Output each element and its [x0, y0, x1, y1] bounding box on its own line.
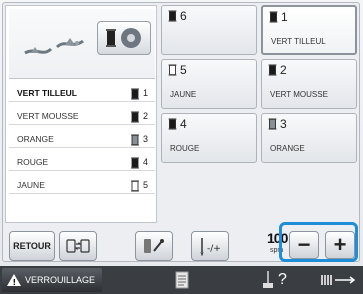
thread-number: 1	[143, 87, 149, 98]
sort-icon	[66, 239, 90, 253]
thread-name: ORANGE	[17, 133, 54, 144]
thread-list-row[interactable]: ORANGE 3	[9, 130, 155, 148]
color-cell[interactable]: 2 VERT MOUSSE	[261, 59, 357, 109]
spool-icon	[269, 11, 278, 23]
cell-name: ROUGE	[170, 144, 200, 153]
spool-icon	[131, 156, 139, 169]
page-icon	[175, 271, 189, 289]
svg-text:-/+: -/+	[207, 244, 221, 254]
thread-name: VERT MOUSSE	[17, 110, 79, 121]
lock-button[interactable]: ! VERROUILLAGE	[2, 268, 102, 292]
page-button[interactable]	[170, 268, 194, 292]
help-label: ?	[278, 271, 287, 288]
design-thumbnail-icon	[24, 38, 84, 55]
thread-list-row[interactable]: JAUNE 5	[9, 176, 155, 194]
color-change-button[interactable]	[135, 231, 173, 261]
spool-icon	[131, 110, 139, 123]
cell-number: 3	[280, 117, 287, 131]
thread-list-row[interactable]: ROUGE 4	[9, 153, 155, 171]
spool-icon	[131, 179, 139, 192]
cell-name: VERT TILLEUL	[271, 37, 326, 46]
spool-icon	[131, 133, 139, 146]
spool-icon	[106, 29, 116, 47]
color-cell[interactable]: 6	[161, 5, 257, 55]
highlight-box	[279, 222, 358, 262]
spool-icon	[168, 118, 177, 130]
cell-number: 2	[280, 63, 287, 77]
needle-icon	[263, 271, 274, 288]
thread-list-row[interactable]: VERT TILLEUL 1	[9, 84, 155, 102]
disk-icon	[121, 28, 141, 48]
lock-label: VERROUILLAGE	[25, 275, 96, 285]
color-cell[interactable]: 1 VERT TILLEUL	[261, 5, 357, 55]
thread-spool-button[interactable]	[97, 21, 151, 55]
cell-number: 4	[180, 117, 187, 131]
thread-number: 3	[143, 133, 149, 144]
spool-icon	[268, 64, 277, 76]
cell-name: VERT MOUSSE	[270, 90, 328, 99]
color-sort-button[interactable]	[59, 231, 97, 261]
help-button[interactable]: ?	[254, 268, 294, 292]
warning-icon: !	[7, 274, 21, 287]
thread-number: 5	[143, 179, 149, 190]
spool-icon	[168, 64, 177, 76]
retour-button[interactable]: RETOUR	[9, 231, 55, 261]
thread-name: ROUGE	[17, 156, 49, 167]
cell-number: 1	[281, 10, 288, 24]
thread-list-row[interactable]: VERT MOUSSE 2	[9, 107, 155, 125]
needle-plus-minus-icon: -/+	[200, 238, 221, 256]
cell-name: JAUNE	[170, 90, 197, 99]
svg-text:!: !	[13, 278, 17, 287]
density-button[interactable]: -/+	[191, 231, 229, 261]
color-cell[interactable]: 3 ORANGE	[261, 113, 357, 163]
thread-name: JAUNE	[17, 179, 45, 190]
thread-name: VERT TILLEUL	[17, 87, 77, 98]
color-cell[interactable]: 5 JAUNE	[161, 59, 257, 109]
spool-icon	[131, 87, 139, 100]
extend-button[interactable]	[318, 268, 358, 292]
color-cell[interactable]: 4 ROUGE	[161, 113, 257, 163]
cell-name: ORANGE	[270, 144, 305, 153]
thread-number: 4	[143, 156, 149, 167]
spool-icon	[268, 118, 277, 130]
cell-number: 6	[180, 9, 187, 23]
design-preview	[9, 9, 155, 79]
thread-list-panel: VERT TILLEUL 1 VERT MOUSSE 2 ORANGE 3 ROUGE 4 JA…	[5, 5, 157, 223]
spool-brush-icon	[144, 239, 164, 253]
cell-number: 5	[180, 63, 187, 77]
spool-icon	[168, 10, 177, 22]
extend-arrow-icon	[321, 275, 356, 285]
thread-number: 2	[143, 110, 149, 121]
embroidery-screen: VERT TILLEUL 1 VERT MOUSSE 2 ORANGE 3 ROUGE 4 JA…	[0, 0, 363, 294]
